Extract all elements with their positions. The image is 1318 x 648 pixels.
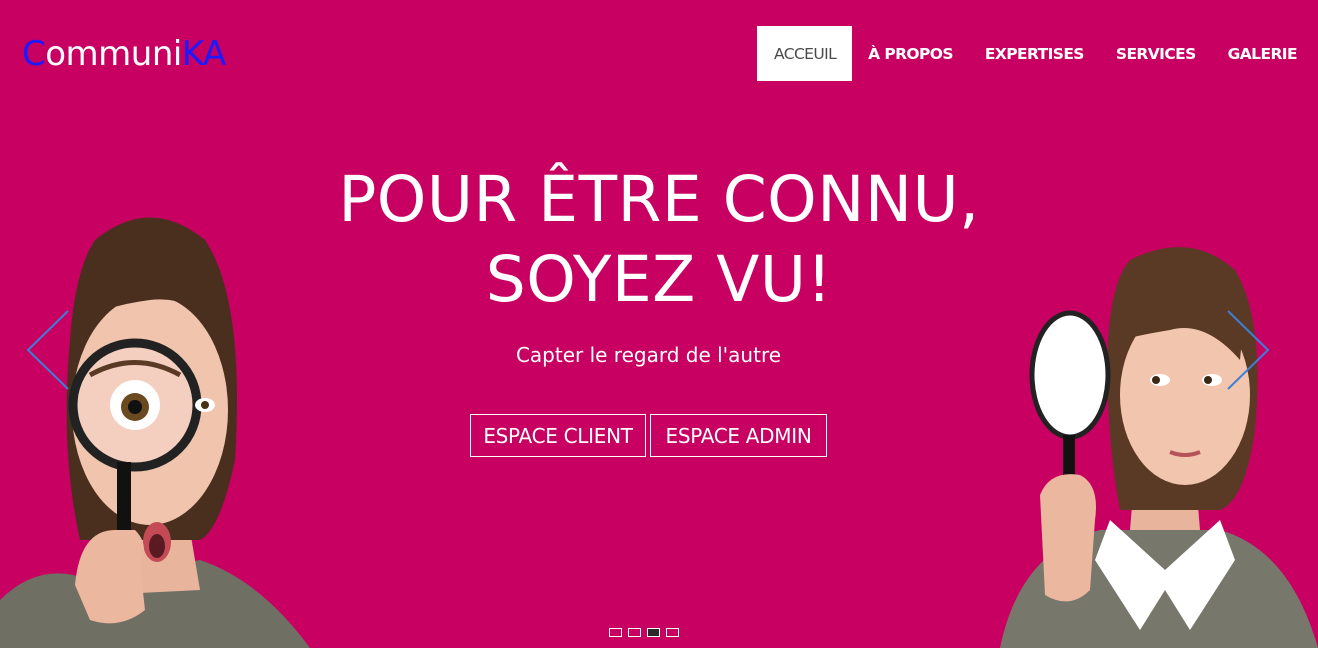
chevron-right-icon[interactable]: [1222, 305, 1272, 395]
carousel-indicators: [609, 628, 679, 637]
carousel-indicator[interactable]: [628, 628, 641, 637]
nav-item-accueil[interactable]: ACCEUIL: [757, 26, 853, 81]
carousel-indicator-active[interactable]: [647, 628, 660, 637]
nav-item-services[interactable]: SERVICES: [1100, 26, 1212, 81]
hero-title-line-1: POUR ÊTRE CONNU,: [338, 163, 980, 236]
logo-part-ka: KA: [181, 34, 226, 74]
chevron-left-icon[interactable]: [20, 305, 70, 395]
nav-item-a-propos[interactable]: À PROPOS: [852, 26, 969, 81]
logo-part-c: C: [22, 34, 46, 74]
page: CommuniKA ACCEUIL À PROPOS EXPERTISES SE…: [0, 0, 1318, 648]
hero-title: POUR ÊTRE CONNU, SOYEZ VU!: [0, 160, 1318, 320]
logo-part-ommuni: ommuni: [45, 34, 182, 74]
hero-subtitle: Capter le regard de l'autre: [515, 343, 782, 367]
espace-admin-button[interactable]: ESPACE ADMIN: [650, 414, 827, 457]
carousel-indicator[interactable]: [666, 628, 679, 637]
nav-item-galerie[interactable]: GALERIE: [1212, 26, 1313, 81]
site-logo[interactable]: CommuniKA: [22, 34, 226, 74]
hero-title-line-2: SOYEZ VU!: [485, 243, 833, 316]
carousel-indicator[interactable]: [609, 628, 622, 637]
nav-item-expertises[interactable]: EXPERTISES: [969, 26, 1100, 81]
main-nav: ACCEUIL À PROPOS EXPERTISES SERVICES GAL…: [757, 26, 1313, 81]
espace-client-button[interactable]: ESPACE CLIENT: [470, 414, 646, 457]
